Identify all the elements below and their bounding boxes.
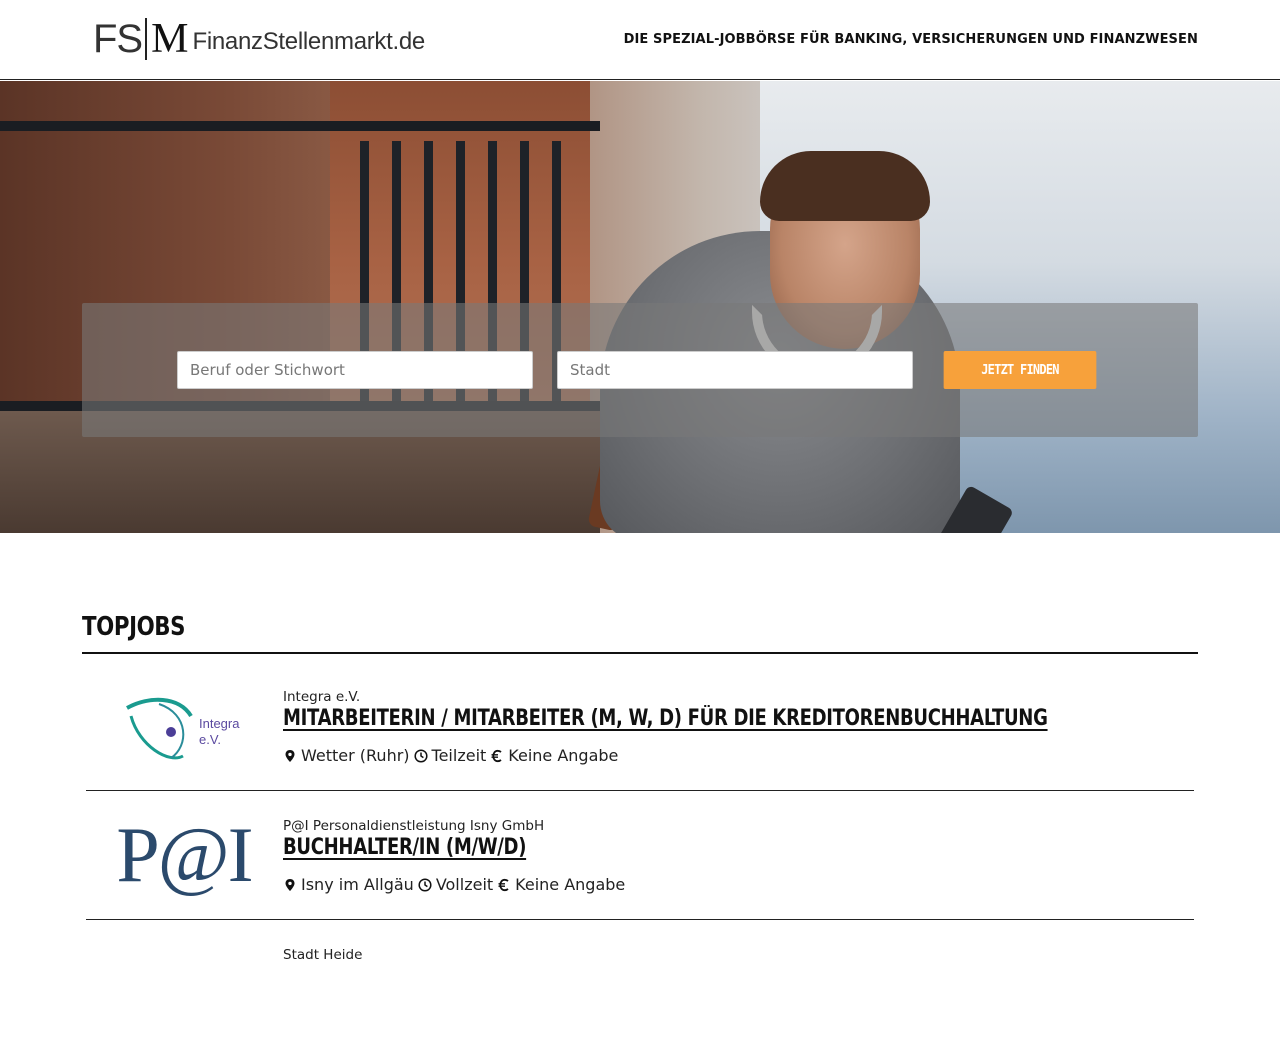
map-marker-icon [285, 749, 295, 762]
job-type: Teilzeit [413, 746, 487, 765]
job-type-text: Vollzeit [435, 875, 494, 894]
job-company: Stadt Heide [283, 947, 363, 963]
search-submit-button[interactable]: JETZT FINDEN [943, 351, 1097, 389]
job-title-link[interactable]: MITARBEITERIN / MITARBEITER (M, W, D) FÜ… [283, 706, 1048, 731]
keyword-search-input[interactable] [177, 351, 533, 389]
logo-m: M [151, 16, 189, 62]
job-location-text: Wetter (Ruhr) [301, 746, 410, 765]
person-hair [760, 151, 930, 221]
euro-icon [491, 749, 502, 762]
job-company: Integra e.V. [283, 689, 361, 705]
job-location-text: Isny im Allgäu [301, 875, 414, 894]
map-marker-icon [285, 878, 295, 891]
railing-top [0, 121, 600, 131]
job-title-link[interactable]: BUCHHALTER/IN (M/W/D) [283, 835, 526, 860]
job-location: Isny im Allgäu [283, 875, 414, 894]
job-meta: Isny im Allgäu Vollzeit Keine Angabe [283, 875, 629, 894]
topjobs-divider [82, 652, 1198, 654]
company-logo[interactable]: Integra e.V. [86, 678, 282, 774]
job-listing[interactable]: P@I P@I Personaldienstleistung Isny GmbH… [86, 791, 1194, 920]
header-tagline: DIE SPEZIAL-JOBBÖRSE FÜR BANKING, VERSIC… [623, 32, 1198, 47]
site-header: FS M FinanzStellenmarkt.de DIE SPEZIAL-J… [0, 0, 1280, 80]
site-logo[interactable]: FS M FinanzStellenmarkt.de [93, 16, 425, 62]
integra-logo-suffix: e.V. [199, 732, 221, 747]
job-type: Vollzeit [418, 875, 493, 894]
job-meta: Wetter (Ruhr) Teilzeit Keine Angabe [283, 746, 622, 765]
topjobs-heading: TOPJOBS [82, 612, 186, 642]
euro-icon [498, 878, 509, 891]
logo-divider [145, 18, 148, 60]
job-location: Wetter (Ruhr) [283, 746, 410, 765]
job-type-text: Teilzeit [431, 746, 487, 765]
job-salary: Keine Angabe [497, 875, 625, 894]
job-salary: Keine Angabe [490, 746, 618, 765]
clock-icon [413, 748, 428, 763]
job-listing[interactable]: Stadt Heide [86, 920, 1194, 1049]
logo-text: FinanzStellenmarkt.de [192, 28, 425, 55]
job-salary-text: Keine Angabe [508, 746, 619, 765]
integra-logo: Integra e.V. [119, 686, 249, 766]
logo-fs: FS [93, 17, 143, 61]
job-salary-text: Keine Angabe [515, 875, 626, 894]
company-logo[interactable]: P@I [86, 807, 282, 903]
job-listing[interactable]: Integra e.V. Integra e.V. MITARBEITERIN … [86, 662, 1194, 791]
integra-logo-graphic: Integra e.V. [126, 697, 240, 760]
job-company: P@I Personaldienstleistung Isny GmbH [283, 818, 545, 834]
integra-logo-word: Integra [199, 716, 240, 731]
city-search-input[interactable] [557, 351, 913, 389]
pi-logo: P@I [116, 811, 253, 898]
clock-icon [418, 877, 432, 892]
